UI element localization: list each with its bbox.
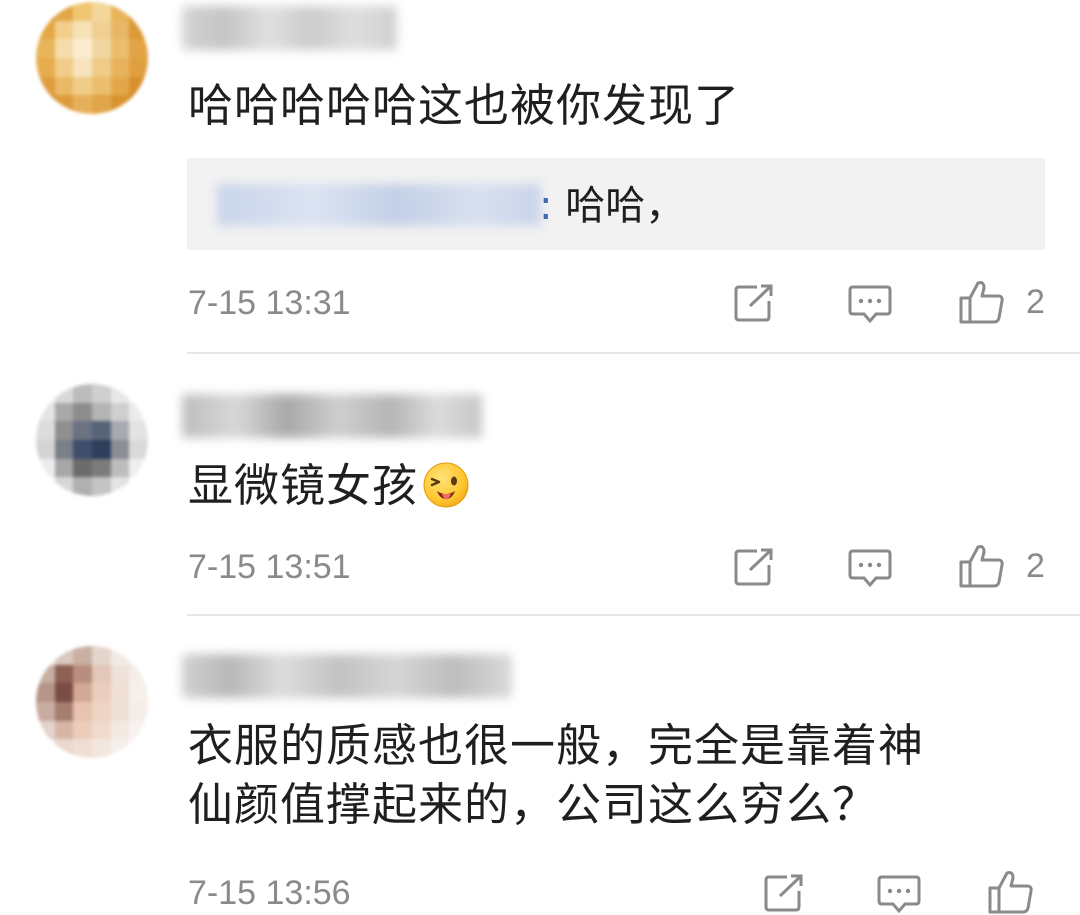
comment-timestamp: 7-15 13:51 [188, 548, 351, 586]
comment-item: 衣服的质感也很一般，完全是靠着神 仙颜值撑起来的，公司这么穷么？ 7-15 13… [0, 616, 1080, 914]
like-count: 2 [1026, 546, 1045, 585]
avatar[interactable] [36, 646, 148, 758]
share-button[interactable] [733, 547, 775, 587]
reply-body: 哈哈， [552, 183, 686, 229]
avatar[interactable] [36, 2, 148, 114]
comment-body: 显微镜女孩 [188, 459, 419, 512]
comment-text: 哈哈哈哈哈这也被你发现了 [188, 79, 741, 132]
comment-item: 哈哈哈哈哈这也被你发现了 : 哈哈， 7-15 13:31 2 [0, 0, 1080, 352]
reply-quote[interactable]: : 哈哈， [187, 158, 1045, 250]
comment-timestamp: 7-15 13:31 [188, 284, 351, 322]
comment-icon [877, 875, 921, 914]
reply-separator: : [539, 183, 553, 229]
like-button[interactable]: 2 [958, 543, 1045, 589]
share-icon [734, 548, 773, 586]
share-button[interactable] [733, 283, 775, 323]
like-count: 2 [1026, 282, 1045, 321]
comment-button[interactable] [848, 284, 892, 324]
username[interactable] [182, 6, 397, 50]
comment-line: 仙颜值撑起来的，公司这么穷么？ [188, 778, 879, 831]
share-icon [734, 284, 773, 322]
like-icon [988, 871, 1033, 914]
avatar[interactable] [36, 384, 148, 496]
like-button[interactable]: 2 [958, 279, 1045, 325]
comment-timestamp: 7-15 13:56 [188, 874, 351, 912]
comment-item: 显微镜女孩 7-15 13:51 2 [0, 354, 1080, 614]
comment-icon [848, 549, 892, 588]
like-icon [959, 281, 1004, 324]
like-button[interactable] [987, 869, 1055, 915]
comment-line: 衣服的质感也很一般，完全是靠着神 [188, 719, 925, 772]
share-button[interactable] [763, 873, 805, 913]
like-icon [959, 545, 1004, 588]
reply-text: : 哈哈， [539, 180, 685, 232]
comment-button[interactable] [877, 874, 921, 914]
comment-text: 衣服的质感也很一般，完全是靠着神 仙颜值撑起来的，公司这么穷么？ [188, 716, 924, 835]
winking-tongue-emoji-icon [423, 462, 469, 508]
username[interactable] [182, 654, 512, 698]
comment-button[interactable] [848, 548, 892, 588]
comment-icon [848, 285, 892, 324]
reply-author[interactable] [217, 184, 541, 226]
comment-text: 显微镜女孩 [188, 456, 470, 516]
username[interactable] [182, 394, 482, 438]
share-icon [764, 874, 803, 912]
